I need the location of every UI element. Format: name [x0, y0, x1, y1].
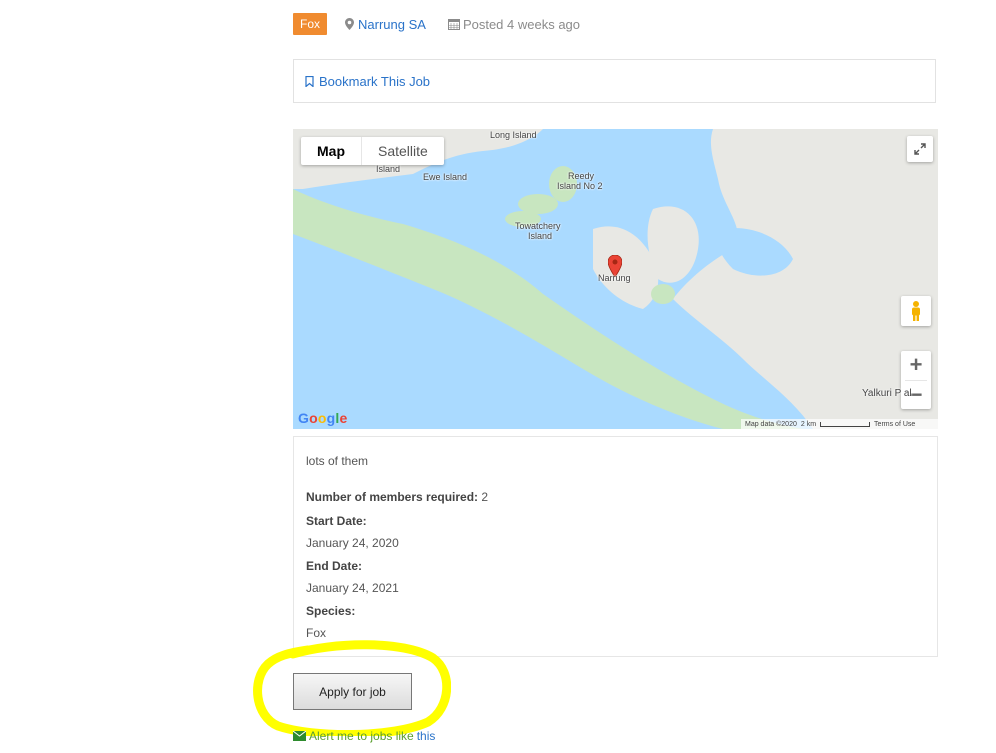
map-attribution: Map data ©2020 2 km Terms of Use	[741, 419, 938, 429]
job-meta: Fox Narrung SA Posted 4 weeks ago	[293, 13, 580, 35]
google-logo: Google	[298, 410, 348, 426]
members-value: 2	[481, 490, 489, 504]
map-marker-icon	[345, 18, 355, 30]
map-label-long-island: Long Island	[490, 130, 537, 140]
map-label-towatchery: Towatchery	[515, 221, 561, 231]
members-row: Number of members required: 2	[306, 490, 488, 504]
map-label-narrung: Narrung	[598, 273, 631, 283]
map-label-towatchery-island: Island	[528, 231, 553, 241]
street-view-pegman[interactable]	[901, 296, 931, 326]
bookmark-icon	[305, 76, 314, 87]
job-location-text[interactable]: Narrung SA	[358, 17, 426, 32]
bookmark-job-link[interactable]: Bookmark This Job	[305, 74, 430, 89]
zoom-control: + −	[901, 351, 931, 409]
end-date-label: End Date:	[306, 559, 363, 573]
map-label-ewe-island: Ewe Island	[423, 172, 468, 182]
fullscreen-button[interactable]	[907, 136, 933, 162]
map-label-reedy-2: Island No 2	[557, 181, 603, 191]
map-type-control: Map Satellite	[301, 137, 444, 165]
map-scale-bar	[820, 421, 871, 427]
members-label: Number of members required:	[306, 490, 479, 504]
job-alert-link[interactable]: Alert me to jobs like this	[293, 729, 435, 743]
job-alert-this-link[interactable]: this	[417, 729, 436, 743]
pegman-icon	[912, 301, 920, 321]
map-data-text: Map data ©2020	[745, 420, 797, 428]
species-value: Fox	[306, 626, 327, 640]
bookmark-job-label[interactable]: Bookmark This Job	[319, 74, 430, 89]
map-type-satellite-button[interactable]: Satellite	[361, 137, 444, 165]
job-alert-text[interactable]: Alert me to jobs like	[309, 729, 414, 743]
map-label-yalkuri: Yalkuri P al	[862, 388, 912, 399]
species-label: Species:	[306, 604, 356, 618]
end-date-value: January 24, 2021	[306, 581, 399, 595]
apply-for-job-button[interactable]: Apply for job	[293, 673, 412, 710]
start-date-label: Start Date:	[306, 514, 367, 528]
map-label-island: Island	[376, 164, 401, 174]
job-location[interactable]: Narrung SA	[345, 17, 426, 32]
zoom-in-button[interactable]: +	[901, 351, 931, 380]
job-description: lots of them	[306, 454, 369, 468]
calendar-icon	[447, 19, 460, 30]
job-posted-text: Posted 4 weeks ago	[462, 16, 581, 32]
map-type-map-button[interactable]: Map	[301, 137, 361, 165]
job-type-badge: Fox	[293, 13, 328, 35]
job-location-map[interactable]: Map Satellite + − Long Island Island Ewe…	[293, 129, 938, 429]
job-details-panel: lots of them Number of members required:…	[293, 436, 938, 657]
fullscreen-icon	[914, 143, 926, 155]
map-terms-link[interactable]: Terms of Use	[874, 421, 915, 428]
envelope-icon	[293, 731, 306, 741]
bookmark-panel: Bookmark This Job	[293, 59, 936, 103]
job-posted: Posted 4 weeks ago	[447, 16, 581, 32]
start-date-value: January 24, 2020	[306, 536, 399, 550]
map-label-reedy: Reedy	[568, 171, 595, 181]
map-scale-text[interactable]: 2 km	[801, 421, 816, 428]
